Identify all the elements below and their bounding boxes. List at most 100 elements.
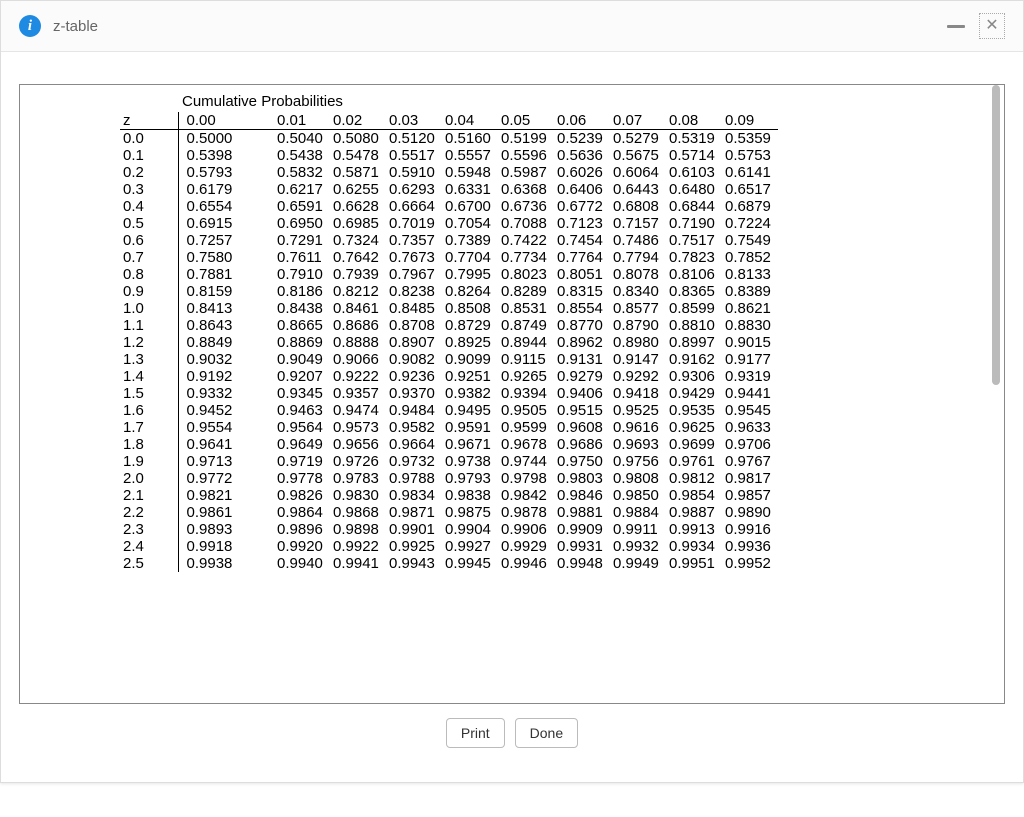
value-cell: 0.8238 — [386, 283, 442, 300]
value-cell: 0.9793 — [442, 470, 498, 487]
value-cell: 0.8413 — [178, 300, 274, 317]
scrollbar[interactable] — [992, 85, 1000, 703]
value-cell: 0.7088 — [498, 215, 554, 232]
header-col: 0.08 — [666, 112, 722, 130]
value-cell: 0.7764 — [554, 249, 610, 266]
value-cell: 0.9778 — [274, 470, 330, 487]
table-row: 1.50.93320.93450.93570.93700.93820.93940… — [120, 385, 778, 402]
value-cell: 0.5636 — [554, 147, 610, 164]
table-row: 1.10.86430.86650.86860.87080.87290.87490… — [120, 317, 778, 334]
value-cell: 0.7019 — [386, 215, 442, 232]
value-cell: 0.5596 — [498, 147, 554, 164]
value-cell: 0.8531 — [498, 300, 554, 317]
table-row: 2.40.99180.99200.99220.99250.99270.99290… — [120, 538, 778, 555]
value-cell: 0.9382 — [442, 385, 498, 402]
z-cell: 1.0 — [120, 300, 178, 317]
value-cell: 0.8944 — [498, 334, 554, 351]
value-cell: 0.9936 — [722, 538, 778, 555]
value-cell: 0.5871 — [330, 164, 386, 181]
value-cell: 0.9535 — [666, 402, 722, 419]
z-cell: 1.9 — [120, 453, 178, 470]
value-cell: 0.9920 — [274, 538, 330, 555]
value-cell: 0.9332 — [178, 385, 274, 402]
value-cell: 0.8133 — [722, 266, 778, 283]
value-cell: 0.8643 — [178, 317, 274, 334]
value-cell: 0.7580 — [178, 249, 274, 266]
print-button[interactable]: Print — [446, 718, 505, 748]
value-cell: 0.8051 — [554, 266, 610, 283]
table-row: 1.60.94520.94630.94740.94840.94950.95050… — [120, 402, 778, 419]
value-cell: 0.9177 — [722, 351, 778, 368]
window-controls: ✕ — [947, 13, 1005, 39]
value-cell: 0.9850 — [610, 487, 666, 504]
value-cell: 0.8508 — [442, 300, 498, 317]
z-cell: 0.2 — [120, 164, 178, 181]
value-cell: 0.5080 — [330, 130, 386, 148]
value-cell: 0.7291 — [274, 232, 330, 249]
value-cell: 0.6844 — [666, 198, 722, 215]
value-cell: 0.9854 — [666, 487, 722, 504]
value-cell: 0.9750 — [554, 453, 610, 470]
value-cell: 0.9418 — [610, 385, 666, 402]
done-button[interactable]: Done — [515, 718, 578, 748]
value-cell: 0.5557 — [442, 147, 498, 164]
value-cell: 0.9713 — [178, 453, 274, 470]
minimize-icon[interactable] — [947, 24, 965, 28]
value-cell: 0.9893 — [178, 521, 274, 538]
value-cell: 0.7823 — [666, 249, 722, 266]
value-cell: 0.9783 — [330, 470, 386, 487]
value-cell: 0.9649 — [274, 436, 330, 453]
value-cell: 0.5160 — [442, 130, 498, 148]
value-cell: 0.6217 — [274, 181, 330, 198]
value-cell: 0.9066 — [330, 351, 386, 368]
value-cell: 0.8485 — [386, 300, 442, 317]
window-title: z-table — [53, 18, 98, 35]
value-cell: 0.9940 — [274, 555, 330, 572]
value-cell: 0.7881 — [178, 266, 274, 283]
z-cell: 1.8 — [120, 436, 178, 453]
value-cell: 0.6480 — [666, 181, 722, 198]
value-cell: 0.5199 — [498, 130, 554, 148]
value-cell: 0.9896 — [274, 521, 330, 538]
table-row: 1.30.90320.90490.90660.90820.90990.91150… — [120, 351, 778, 368]
z-cell: 0.3 — [120, 181, 178, 198]
value-cell: 0.9890 — [722, 504, 778, 521]
value-cell: 0.6772 — [554, 198, 610, 215]
value-cell: 0.9946 — [498, 555, 554, 572]
value-cell: 0.9525 — [610, 402, 666, 419]
value-cell: 0.9049 — [274, 351, 330, 368]
table-row: 0.30.61790.62170.62550.62930.63310.63680… — [120, 181, 778, 198]
value-cell: 0.9192 — [178, 368, 274, 385]
table-row: 2.00.97720.97780.97830.97880.97930.97980… — [120, 470, 778, 487]
value-cell: 0.8438 — [274, 300, 330, 317]
value-cell: 0.9265 — [498, 368, 554, 385]
value-cell: 0.9207 — [274, 368, 330, 385]
value-cell: 0.8849 — [178, 334, 274, 351]
header-col: 0.07 — [610, 112, 666, 130]
value-cell: 0.9441 — [722, 385, 778, 402]
value-cell: 0.9772 — [178, 470, 274, 487]
table-row: 0.00.50000.50400.50800.51200.51600.51990… — [120, 130, 778, 148]
value-cell: 0.9826 — [274, 487, 330, 504]
close-icon[interactable]: ✕ — [979, 13, 1005, 39]
value-cell: 0.9625 — [666, 419, 722, 436]
z-cell: 2.3 — [120, 521, 178, 538]
value-cell: 0.8078 — [610, 266, 666, 283]
value-cell: 0.6406 — [554, 181, 610, 198]
value-cell: 0.5478 — [330, 147, 386, 164]
value-cell: 0.8869 — [274, 334, 330, 351]
value-cell: 0.9830 — [330, 487, 386, 504]
value-cell: 0.6026 — [554, 164, 610, 181]
value-cell: 0.9798 — [498, 470, 554, 487]
value-cell: 0.9927 — [442, 538, 498, 555]
value-cell: 0.5398 — [178, 147, 274, 164]
z-cell: 2.5 — [120, 555, 178, 572]
z-cell: 1.7 — [120, 419, 178, 436]
scroll-thumb[interactable] — [992, 85, 1000, 385]
value-cell: 0.7673 — [386, 249, 442, 266]
value-cell: 0.6591 — [274, 198, 330, 215]
table-row: 0.80.78810.79100.79390.79670.79950.80230… — [120, 266, 778, 283]
z-cell: 2.4 — [120, 538, 178, 555]
value-cell: 0.8289 — [498, 283, 554, 300]
table-row: 0.20.57930.58320.58710.59100.59480.59870… — [120, 164, 778, 181]
